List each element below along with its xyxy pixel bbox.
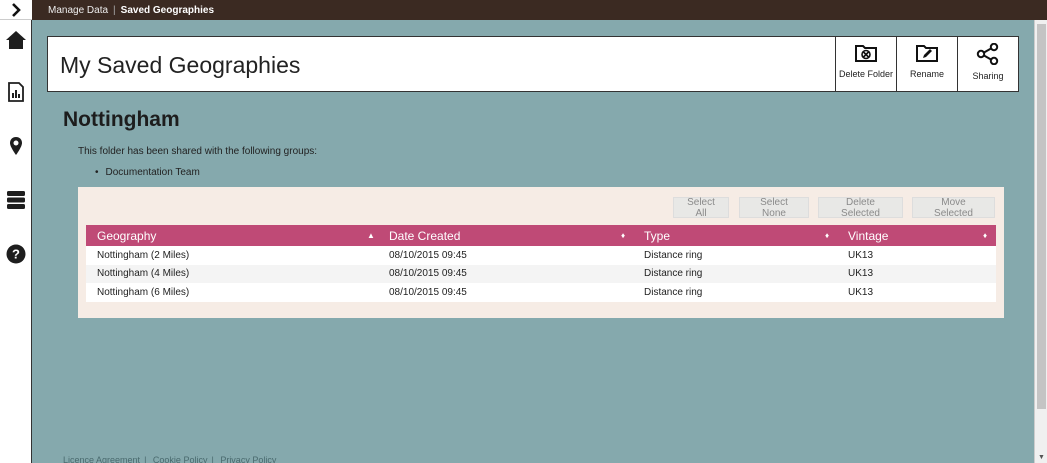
scrollbar-thumb[interactable] [1037,24,1046,409]
location-pin-icon [10,137,22,155]
help-button[interactable]: ? [0,240,32,268]
left-rail: ? [0,0,32,463]
footer-links: Licence Agreement | Cookie Policy | Privac… [63,455,280,463]
share-icon [976,43,999,65]
footer-separator: | [211,455,214,463]
date-created-cell: 08/10/2015 09:45 [389,286,467,298]
rename-button[interactable]: Rename [896,37,957,91]
table-row[interactable]: Nottingham (4 Miles) 08/10/2015 09:45 Di… [86,264,996,283]
vintage-cell: UK13 [848,249,874,261]
licence-agreement-link[interactable]: Licence Agreement [63,455,140,463]
geographies-table-panel: Select All Select None Delete Selected M… [78,187,1004,318]
breadcrumb-separator: | [113,4,116,16]
page-title: My Saved Geographies [60,52,301,78]
breadcrumb-current: Saved Geographies [120,4,215,16]
rename-icon [916,45,938,62]
data-button[interactable] [0,186,32,214]
delete-folder-label: Delete Folder [838,69,894,79]
reports-button[interactable] [0,78,32,106]
shared-groups-list: Documentation Team [95,167,200,178]
geographies-table: Geography ▲ Date Created ♦ Type ♦ Vintag… [86,225,996,302]
geography-cell: Nottingham (6 Miles) [97,286,190,298]
column-header-vintage[interactable]: Vintage [848,225,888,246]
home-icon [6,31,26,49]
column-header-type[interactable]: Type [644,225,670,246]
sharing-label: Sharing [972,71,1004,81]
date-created-cell: 08/10/2015 09:45 [389,249,467,261]
delete-selected-button[interactable]: Delete Selected [818,197,903,219]
date-created-cell: 08/10/2015 09:45 [389,268,467,280]
locations-button[interactable] [0,132,32,160]
type-cell: Distance ring [644,249,703,261]
move-selected-button[interactable]: Move Selected [912,197,995,219]
geography-cell: Nottingham (2 Miles) [97,249,190,261]
list-item: Documentation Team [95,167,200,178]
vintage-cell: UK13 [848,268,874,280]
home-button[interactable] [0,26,32,54]
select-none-button[interactable]: Select None [739,197,809,219]
column-header-geography[interactable]: Geography [97,225,156,246]
column-header-date-created[interactable]: Date Created [389,225,460,246]
sort-icon[interactable]: ♦ [621,225,625,246]
breadcrumb: Manage Data | Saved Geographies [32,0,1047,20]
privacy-policy-link[interactable]: Privacy Policy [220,455,276,463]
breadcrumb-parent[interactable]: Manage Data [48,5,108,16]
table-row[interactable]: Nottingham (6 Miles) 08/10/2015 09:45 Di… [86,283,996,302]
geography-cell: Nottingham (4 Miles) [97,268,190,280]
vertical-scrollbar[interactable]: ▼ [1034,20,1047,463]
sort-ascending-icon[interactable]: ▲ [367,225,375,246]
sort-icon[interactable]: ♦ [983,225,987,246]
vintage-cell: UK13 [848,286,874,298]
delete-folder-button[interactable]: Delete Folder [835,37,896,91]
footer-separator: | [144,455,147,463]
select-all-button[interactable]: Select All [673,197,729,219]
expand-rail-button[interactable] [0,0,32,20]
folder-title: Nottingham [63,108,180,131]
rename-label: Rename [909,69,945,79]
report-icon [8,82,24,102]
type-cell: Distance ring [644,286,703,298]
sort-icon[interactable]: ♦ [825,225,829,246]
type-cell: Distance ring [644,268,703,280]
help-icon: ? [6,244,26,264]
svg-text:?: ? [12,247,20,262]
cookie-policy-link[interactable]: Cookie Policy [153,455,208,463]
shared-groups-text: This folder has been shared with the fol… [78,146,318,157]
delete-folder-icon [855,45,877,62]
database-icon [7,191,25,209]
sharing-button[interactable]: Sharing [957,37,1018,91]
header-panel: My Saved Geographies Delete Folder Renam… [47,36,1019,92]
table-row[interactable]: Nottingham (2 Miles) 08/10/2015 09:45 Di… [86,246,996,265]
scroll-down-arrow-icon[interactable]: ▼ [1035,451,1047,463]
chevron-right-icon [12,2,21,17]
table-header: Geography ▲ Date Created ♦ Type ♦ Vintag… [86,225,996,246]
